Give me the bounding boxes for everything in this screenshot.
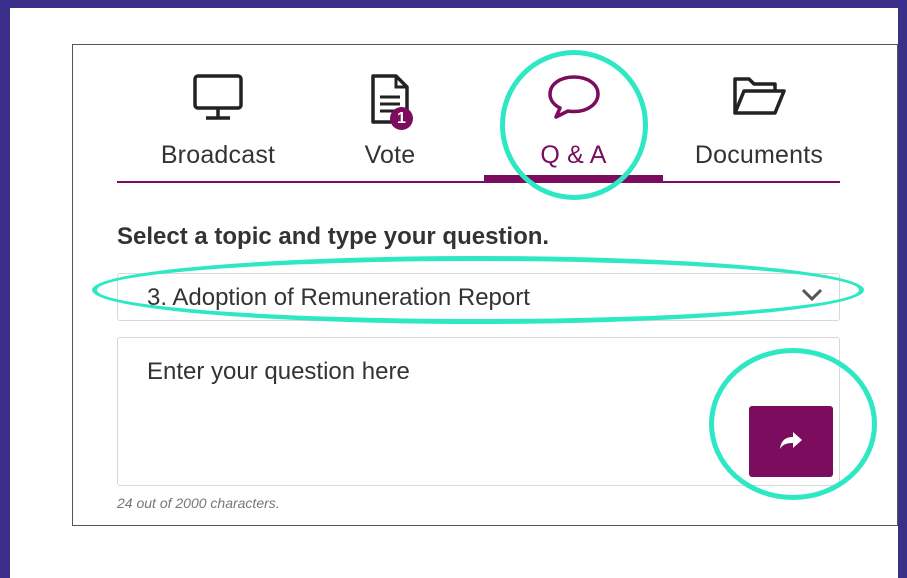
speech-bubble-icon — [546, 73, 602, 126]
screenshot-canvas: Broadcast 1 Vote Q & A Documents Select … — [10, 8, 898, 578]
tab-broadcast[interactable]: Broadcast — [133, 45, 303, 181]
topic-select-value: 3. Adoption of Remuneration Report — [147, 284, 530, 311]
active-tab-indicator — [484, 175, 663, 183]
tab-qa[interactable]: Q & A — [484, 45, 663, 181]
qa-instruction: Select a topic and type your question. — [117, 223, 550, 250]
vote-count-badge: 1 — [390, 107, 413, 130]
folder-open-icon — [731, 73, 787, 122]
tab-qa-label: Q & A — [540, 141, 607, 169]
monitor-icon — [192, 73, 244, 128]
chevron-down-icon — [801, 288, 823, 307]
tab-bar: Broadcast 1 Vote Q & A Documents — [117, 45, 840, 183]
tab-documents-label: Documents — [694, 141, 824, 169]
tab-vote[interactable]: 1 Vote — [330, 45, 450, 181]
tab-vote-label: Vote — [364, 141, 416, 169]
question-input[interactable]: Enter your question here — [117, 337, 840, 486]
character-count: 24 out of 2000 characters. — [117, 495, 280, 511]
tab-divider — [117, 181, 840, 183]
question-placeholder: Enter your question here — [147, 358, 410, 385]
qa-panel: Broadcast 1 Vote Q & A Documents Select … — [72, 44, 898, 526]
document-icon: 1 — [364, 73, 416, 130]
topic-select[interactable]: 3. Adoption of Remuneration Report — [117, 273, 840, 321]
submit-question-button[interactable] — [749, 406, 833, 477]
share-arrow-icon — [780, 432, 802, 449]
tab-documents[interactable]: Documents — [679, 45, 839, 181]
tab-broadcast-label: Broadcast — [160, 141, 276, 169]
